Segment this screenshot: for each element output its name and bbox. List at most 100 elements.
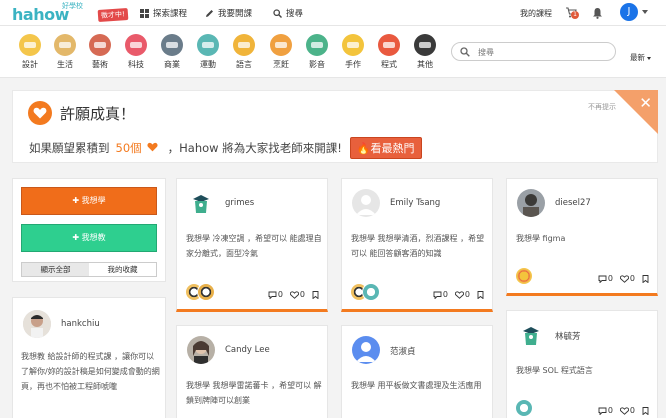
tab-my-favorites[interactable]: 我的收藏 [89, 263, 156, 276]
comment-count[interactable]: 0 [598, 406, 613, 415]
category-media[interactable]: 影音 [302, 34, 332, 70]
explore-courses-link[interactable]: 探索課程 [140, 7, 187, 19]
sports-icon [197, 34, 219, 56]
supporter-avatars [515, 267, 533, 285]
category-business[interactable]: 商業 [157, 34, 187, 70]
bookmark-icon [477, 290, 484, 299]
wish-card[interactable]: 范淑貞 我想學 用平板做文書處理及生活應用 [341, 325, 493, 418]
banner-text-before: 如果願望累積到 [29, 141, 110, 155]
heart-outline-icon [619, 274, 629, 283]
bookmark-button[interactable] [477, 290, 484, 299]
category-label: 生活 [57, 60, 73, 69]
tech-icon [125, 34, 147, 56]
wish-card[interactable]: diesel27 我想學 figma 0 0 [506, 178, 658, 296]
search-placeholder: 搜尋 [478, 48, 494, 57]
chevron-down-icon[interactable] [642, 10, 648, 14]
supporter-avatars [185, 283, 215, 301]
teach-course-link[interactable]: 我要開課 [205, 7, 252, 19]
wish-text: 我想學 SOL 程式語言 [516, 366, 593, 375]
tab-show-all[interactable]: 顯示全部 [22, 263, 89, 276]
comment-count[interactable]: 0 [268, 290, 283, 299]
heart-small-icon [147, 141, 158, 155]
category-other[interactable]: 其他 [410, 34, 440, 70]
close-icon[interactable]: ✕ [639, 94, 652, 112]
wisher-name: 林毓芳 [555, 332, 581, 342]
category-label: 語言 [236, 60, 252, 69]
like-count-value: 0 [629, 274, 635, 283]
category-label: 影音 [309, 60, 325, 69]
hottest-button[interactable]: 🔥看最熱門 [349, 137, 422, 159]
comment-count[interactable]: 0 [598, 274, 613, 283]
want-to-teach-button[interactable]: ✚ 我想教 [21, 224, 157, 252]
bookmark-button[interactable] [642, 406, 649, 415]
like-count-value: 0 [464, 290, 470, 299]
wish-stats: 0 0 [433, 290, 484, 299]
category-label: 烹飪 [273, 60, 289, 69]
business-icon [161, 34, 183, 56]
wish-card[interactable]: Candy Lee 我想學 我想學雷諾蕃卡 ，希望可以 解鎖到牌陣可以創業 [176, 325, 328, 418]
supporter-avatar [515, 399, 533, 417]
avatar [187, 336, 215, 364]
sort-label: 最新 [630, 53, 645, 62]
my-courses-link[interactable]: 我的課程 [520, 8, 552, 19]
wish-banner: 許願成真！ 如果願望累積到 50個 ，Hahow 將為大家找老師來開課! 🔥看最… [12, 90, 658, 163]
category-label: 手作 [345, 60, 361, 69]
wish-text: 我想學 我想學清酒，烈酒課程 ，希望可以 能回答顧客酒的知識 [351, 234, 485, 258]
art-icon [89, 34, 111, 56]
wish-card-teach[interactable]: hankchiu 我想教 給設計師的程式課 ，讓你可以了解你/妳的設計稿是如何變… [12, 297, 166, 418]
category-sports[interactable]: 運動 [193, 34, 223, 70]
bookmark-button[interactable] [312, 290, 319, 299]
supporter-avatars [515, 399, 533, 417]
action-panel: ✚ 我想學 ✚ 我想教 顯示全部 我的收藏 [12, 178, 166, 282]
like-count-value: 0 [629, 406, 635, 415]
comment-count-value: 0 [607, 274, 613, 283]
category-cooking[interactable]: 烹飪 [266, 34, 296, 70]
wish-card[interactable]: 林毓芳 我想學 SOL 程式語言 0 0 [506, 310, 658, 418]
heart-outline-icon [454, 290, 464, 299]
wish-stats: 0 0 [598, 406, 649, 415]
like-count[interactable]: 0 [619, 406, 635, 415]
hiring-badge[interactable]: 徵才中! [97, 7, 129, 23]
other-icon [414, 34, 436, 56]
dismiss-tip-link[interactable]: 不再提示 [588, 102, 616, 112]
category-label: 運動 [200, 60, 216, 69]
sort-dropdown[interactable]: 最新 [630, 52, 651, 63]
heart-outline-icon [619, 406, 629, 415]
category-design[interactable]: 設計 [15, 34, 45, 70]
cart-count-badge: 1 [571, 11, 579, 19]
like-count[interactable]: 0 [619, 274, 635, 283]
wish-stats: 0 0 [268, 290, 319, 299]
like-count[interactable]: 0 [289, 290, 305, 299]
wish-stats: 0 0 [598, 274, 649, 283]
caret-down-icon [647, 56, 651, 60]
wisher-name: Candy Lee [225, 345, 270, 355]
media-icon [306, 34, 328, 56]
comment-count-value: 0 [442, 290, 448, 299]
nav-search-link[interactable]: 搜尋 [273, 7, 303, 19]
category-label: 商業 [164, 60, 180, 69]
heart-icon [28, 101, 52, 125]
category-language[interactable]: 語言 [229, 34, 259, 70]
user-avatar[interactable]: J [620, 3, 638, 21]
nav-search-label: 搜尋 [286, 9, 304, 19]
code-icon [378, 34, 400, 56]
supporter-avatar [197, 283, 215, 301]
category-art[interactable]: 藝術 [85, 34, 115, 70]
category-label: 其他 [417, 60, 433, 69]
like-count[interactable]: 0 [454, 290, 470, 299]
category-life[interactable]: 生活 [50, 34, 80, 70]
search-input[interactable]: 搜尋 [451, 42, 616, 61]
wish-card[interactable]: Emily Tsang 我想學 我想學清酒，烈酒課程 ，希望可以 能回答顧客酒的… [341, 178, 493, 312]
pencil-icon [206, 9, 213, 17]
category-handcraft[interactable]: 手作 [338, 34, 368, 70]
top-nav: hahow 好學校 徵才中! 探索課程 我要開課 搜尋 我的課程 1 J [0, 0, 666, 26]
bookmark-button[interactable] [642, 274, 649, 283]
wish-card[interactable]: grimes 我想學 冷凍空調 ，希望可以 能處理自家分離式，面型冷氣 0 0 [176, 178, 328, 312]
want-to-learn-button[interactable]: ✚ 我想學 [21, 187, 157, 215]
avatar [23, 310, 51, 338]
comment-count[interactable]: 0 [433, 290, 448, 299]
category-tech[interactable]: 科技 [121, 34, 151, 70]
category-programming[interactable]: 程式 [374, 34, 404, 70]
bell-icon[interactable] [592, 7, 603, 19]
wisher-name: Emily Tsang [390, 198, 441, 208]
